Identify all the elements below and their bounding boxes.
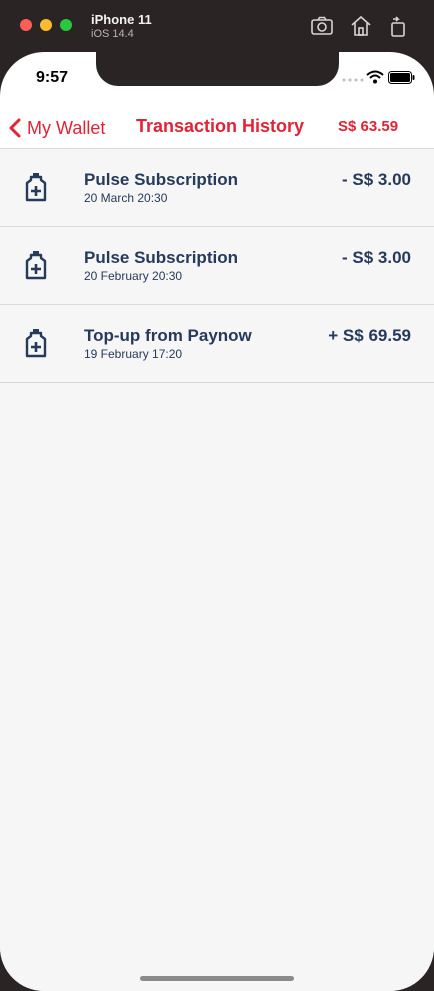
status-time: 9:57 (36, 69, 69, 86)
close-window-button[interactable] (20, 19, 32, 31)
transaction-date: 20 March 20:30 (84, 191, 168, 205)
transaction-row[interactable]: Pulse Subscription 20 February 20:30 - S… (0, 227, 434, 305)
transaction-title: Pulse Subscription (84, 248, 238, 267)
navigation-bar: My Wallet Transaction History S$ 63.59 (0, 108, 434, 148)
transaction-title: Pulse Subscription (84, 170, 238, 189)
back-button-label: My Wallet (27, 117, 106, 138)
wifi-icon (366, 70, 384, 84)
home-indicator[interactable] (140, 976, 294, 981)
simulator-titlebar: iPhone 11 iOS 14.4 (0, 0, 434, 52)
transaction-title: Top-up from Paynow (84, 326, 252, 345)
transaction-date: 20 February 20:30 (84, 269, 183, 283)
transaction-amount: - S$ 3.00 (342, 248, 411, 267)
rotate-icon[interactable] (386, 14, 410, 38)
back-button[interactable]: My Wallet (8, 114, 105, 142)
transaction-amount: - S$ 3.00 (342, 170, 411, 189)
chevron-left-icon (9, 118, 21, 138)
home-icon[interactable] (349, 14, 373, 38)
transaction-row[interactable]: Pulse Subscription 20 March 20:30 - S$ 3… (0, 149, 434, 227)
minimize-window-button[interactable] (40, 19, 52, 31)
device-screen: 9:57 My Wallet Transaction History S$ 63… (0, 52, 434, 991)
battery-icon (388, 71, 415, 84)
bottle-plus-icon (25, 329, 47, 358)
transaction-date: 19 February 17:20 (84, 347, 183, 361)
bottle-plus-icon (25, 251, 47, 280)
transaction-row[interactable]: Top-up from Paynow 19 February 17:20 + S… (0, 305, 434, 383)
simulator-device-name: iPhone 11 (91, 12, 152, 27)
transaction-amount: + S$ 69.59 (328, 326, 411, 345)
transaction-list: Pulse Subscription 20 March 20:30 - S$ 3… (0, 148, 434, 991)
bottle-plus-icon (25, 173, 47, 202)
page-title: Transaction History (136, 116, 305, 136)
screenshot-icon[interactable] (310, 14, 334, 38)
wallet-balance: S$ 63.59 (338, 118, 399, 135)
notch (96, 52, 339, 86)
simulator-os-version: iOS 14.4 (91, 28, 134, 40)
cellular-signal-icon (342, 78, 364, 82)
zoom-window-button[interactable] (60, 19, 72, 31)
